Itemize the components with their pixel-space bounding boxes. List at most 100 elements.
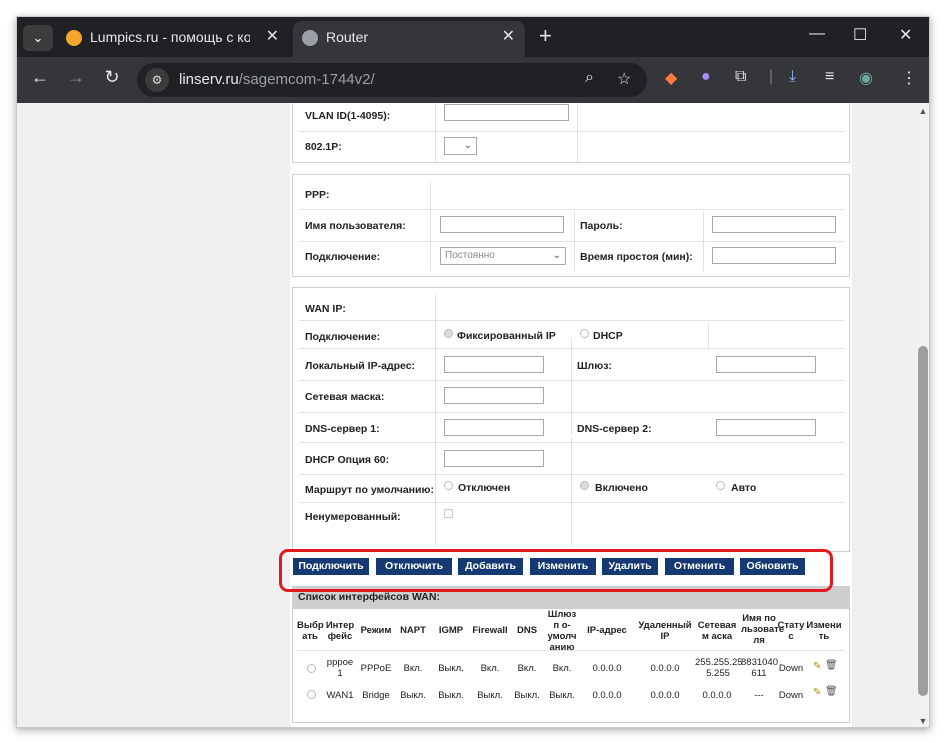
col-napt: NAPT — [400, 625, 426, 636]
vlan-id-input[interactable] — [444, 104, 569, 121]
dhcp-radio[interactable] — [580, 329, 589, 338]
dns2-label: DNS-сервер 2: — [577, 423, 652, 435]
highlight-frame — [279, 549, 833, 592]
col-ip: IP-адрес — [587, 625, 627, 636]
table-cell: pppoe 1 — [326, 657, 354, 679]
table-cell: Down — [778, 690, 804, 701]
new-tab-button[interactable]: + — [539, 23, 552, 49]
table-cell: Выкл. — [477, 690, 503, 701]
scrollbar-thumb[interactable] — [918, 346, 928, 696]
more-menu-icon[interactable]: ⋮ — [901, 68, 917, 88]
edit-pencil-icon[interactable]: ✎ — [813, 661, 821, 672]
table-cell: 0.0.0.0 — [650, 690, 680, 701]
download-icon[interactable]: ⤓ — [789, 68, 796, 86]
tab-router[interactable]: Router ✕ — [293, 21, 525, 57]
route-auto-radio[interactable] — [716, 481, 725, 490]
dns1-input[interactable] — [444, 419, 544, 436]
table-cell: Выкл. — [514, 690, 540, 701]
url-text[interactable]: linserv.ru/sagemcom-1744v2/ — [179, 71, 375, 88]
close-tab-icon[interactable]: ✕ — [266, 21, 279, 53]
table-cell: Down — [778, 663, 804, 674]
extension-ghost-icon[interactable]: ● — [701, 68, 711, 86]
col-username: Имя по льзовате ля — [741, 613, 785, 646]
table-cell: WAN1 — [326, 690, 354, 701]
route-on-radio[interactable] — [580, 481, 589, 490]
username-input[interactable] — [440, 216, 564, 233]
col-status: Стату с — [777, 620, 805, 642]
trash-icon[interactable]: 🗑 — [825, 660, 838, 671]
extensions-puzzle-icon[interactable]: ⧉ — [735, 68, 746, 86]
router-page: VLAN ID(1-4095): 802.1P: ⌄ PPP: Имя поль… — [290, 103, 852, 727]
table-cell: Выкл. — [438, 690, 464, 701]
wan-table: Выбр ать Интер фейс Режим NAPT IGMP Fire… — [292, 609, 850, 723]
table-cell: Вкл. — [517, 663, 537, 674]
route-off-label: Отключен — [458, 482, 511, 494]
vertical-scrollbar[interactable]: ▲ ▼ — [915, 103, 929, 727]
chevron-down-icon: ⌄ — [552, 250, 561, 261]
row-select-radio[interactable] — [307, 664, 316, 673]
password-input[interactable] — [712, 216, 836, 233]
ppp-label: PPP: — [305, 189, 330, 201]
reload-button[interactable]: ↻ — [99, 67, 125, 88]
table-cell: Вкл. — [403, 663, 423, 674]
scroll-up-arrow-icon[interactable]: ▲ — [918, 106, 928, 116]
trash-icon[interactable]: 🗑 — [825, 686, 838, 697]
username-label: Имя пользователя: — [305, 220, 406, 232]
col-edit: Измени ть — [806, 620, 842, 642]
idle-time-input[interactable] — [712, 247, 836, 264]
priority-select[interactable]: ⌄ — [444, 137, 477, 155]
connection-label: Подключение: — [305, 251, 381, 263]
vlan-section: VLAN ID(1-4095): 802.1P: ⌄ — [292, 103, 850, 163]
route-auto-label: Авто — [731, 482, 757, 494]
bookmark-star-icon[interactable]: ☆ — [617, 69, 631, 89]
site-info-icon[interactable]: ⚙ — [145, 68, 169, 92]
avatar[interactable]: ◉ — [859, 68, 873, 88]
forward-button[interactable]: → — [63, 67, 89, 88]
connection-select[interactable]: Постоянно ⌄ — [440, 247, 566, 265]
zoom-icon[interactable]: ⌕ — [585, 69, 594, 87]
col-mode: Режим — [360, 625, 392, 636]
route-off-radio[interactable] — [444, 481, 453, 490]
table-cell: Вкл. — [552, 663, 572, 674]
table-cell: Bridge — [362, 690, 390, 701]
tab-lumpics[interactable]: Lumpics.ru - помощь с компь ✕ — [57, 21, 289, 57]
table-cell: Выкл. — [400, 690, 426, 701]
fixed-ip-label: Фиксированный IP — [457, 330, 556, 342]
table-cell: 0.0.0.0 — [592, 690, 622, 701]
netmask-input[interactable] — [444, 387, 544, 404]
close-tab-icon[interactable]: ✕ — [502, 21, 515, 53]
extension-fox-icon[interactable]: ◆ — [665, 68, 677, 88]
password-label: Пароль: — [580, 220, 623, 232]
col-netmask: Сетевая м аска — [697, 620, 737, 642]
back-button[interactable]: ← — [27, 67, 53, 88]
maximize-button[interactable]: ☐ — [853, 25, 867, 45]
close-window-button[interactable]: ✕ — [899, 25, 912, 45]
col-default-gw: Шлюз п о-умолч анию — [547, 609, 577, 653]
dns2-input[interactable] — [716, 419, 816, 436]
dhcp60-input[interactable] — [444, 450, 544, 467]
minimize-button[interactable]: — — [809, 25, 825, 43]
dhcp60-label: DHCP Опция 60: — [305, 454, 390, 466]
table-cell: PPPoE — [360, 663, 392, 674]
local-ip-input[interactable] — [444, 356, 544, 373]
priority-label: 802.1P: — [305, 141, 342, 153]
table-cell: 0.0.0.0 — [650, 663, 680, 674]
dns1-label: DNS-сервер 1: — [305, 423, 380, 435]
table-cell: 0.0.0.0 — [702, 690, 732, 701]
edit-pencil-icon[interactable]: ✎ — [813, 687, 821, 698]
gateway-input[interactable] — [716, 356, 816, 373]
row-select-radio[interactable] — [307, 690, 316, 699]
fixed-ip-radio[interactable] — [444, 329, 453, 338]
tab-search-button[interactable]: ⌄ — [23, 25, 53, 51]
browser-toolbar: ← → ↻ ⚙ linserv.ru/sagemcom-1744v2/ ⌕ ☆ … — [17, 57, 929, 103]
toolbar-divider: | — [769, 68, 774, 85]
table-cell: 8831040 611 — [741, 657, 778, 679]
scroll-down-arrow-icon[interactable]: ▼ — [918, 716, 928, 726]
address-bar[interactable]: ⚙ linserv.ru/sagemcom-1744v2/ ⌕ ☆ — [137, 63, 647, 97]
route-on-label: Включено — [595, 482, 648, 494]
unnumbered-checkbox[interactable] — [444, 509, 453, 518]
wan-ip-section: WAN IP: Подключение: Фиксированный IP DH… — [292, 287, 850, 552]
table-cell: --- — [754, 690, 764, 701]
media-control-icon[interactable]: ≡ — [825, 68, 834, 86]
gateway-label: Шлюз: — [577, 360, 612, 372]
